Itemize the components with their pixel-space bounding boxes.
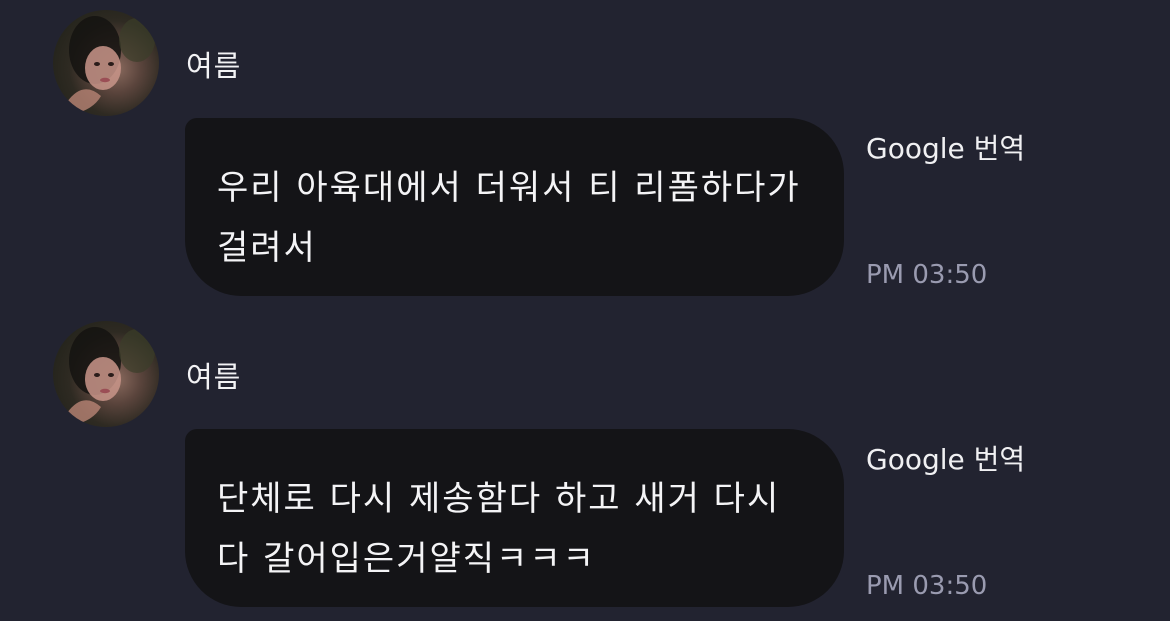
sender-name: 여름: [186, 49, 242, 83]
profile-photo: [67, 327, 155, 425]
message-timestamp: PM 03:50: [866, 260, 988, 290]
google-translate-link[interactable]: Google 번역: [866, 442, 1025, 478]
message-text: 우리 아육대에서 더워서 티 리폼하다가 걸려서: [217, 168, 801, 268]
message-timestamp: PM 03:50: [866, 571, 988, 601]
chat-message: 여름 우리 아육대에서 더워서 티 리폼하다가 걸려서 Google 번역 PM…: [0, 0, 1170, 310]
chat-message: 여름 단체로 다시 제송함다 하고 새거 다시 다 갈어입은거얄직ㅋㅋㅋ Goo…: [0, 311, 1170, 621]
avatar[interactable]: [53, 10, 159, 116]
profile-photo: [67, 16, 155, 114]
google-translate-link[interactable]: Google 번역: [866, 131, 1025, 167]
message-text: 단체로 다시 제송함다 하고 새거 다시 다 갈어입은거얄직ㅋㅋㅋ: [217, 479, 781, 579]
avatar[interactable]: [53, 321, 159, 427]
message-bubble[interactable]: 우리 아육대에서 더워서 티 리폼하다가 걸려서: [185, 118, 844, 296]
message-bubble[interactable]: 단체로 다시 제송함다 하고 새거 다시 다 갈어입은거얄직ㅋㅋㅋ: [185, 429, 844, 607]
sender-name: 여름: [186, 360, 242, 394]
